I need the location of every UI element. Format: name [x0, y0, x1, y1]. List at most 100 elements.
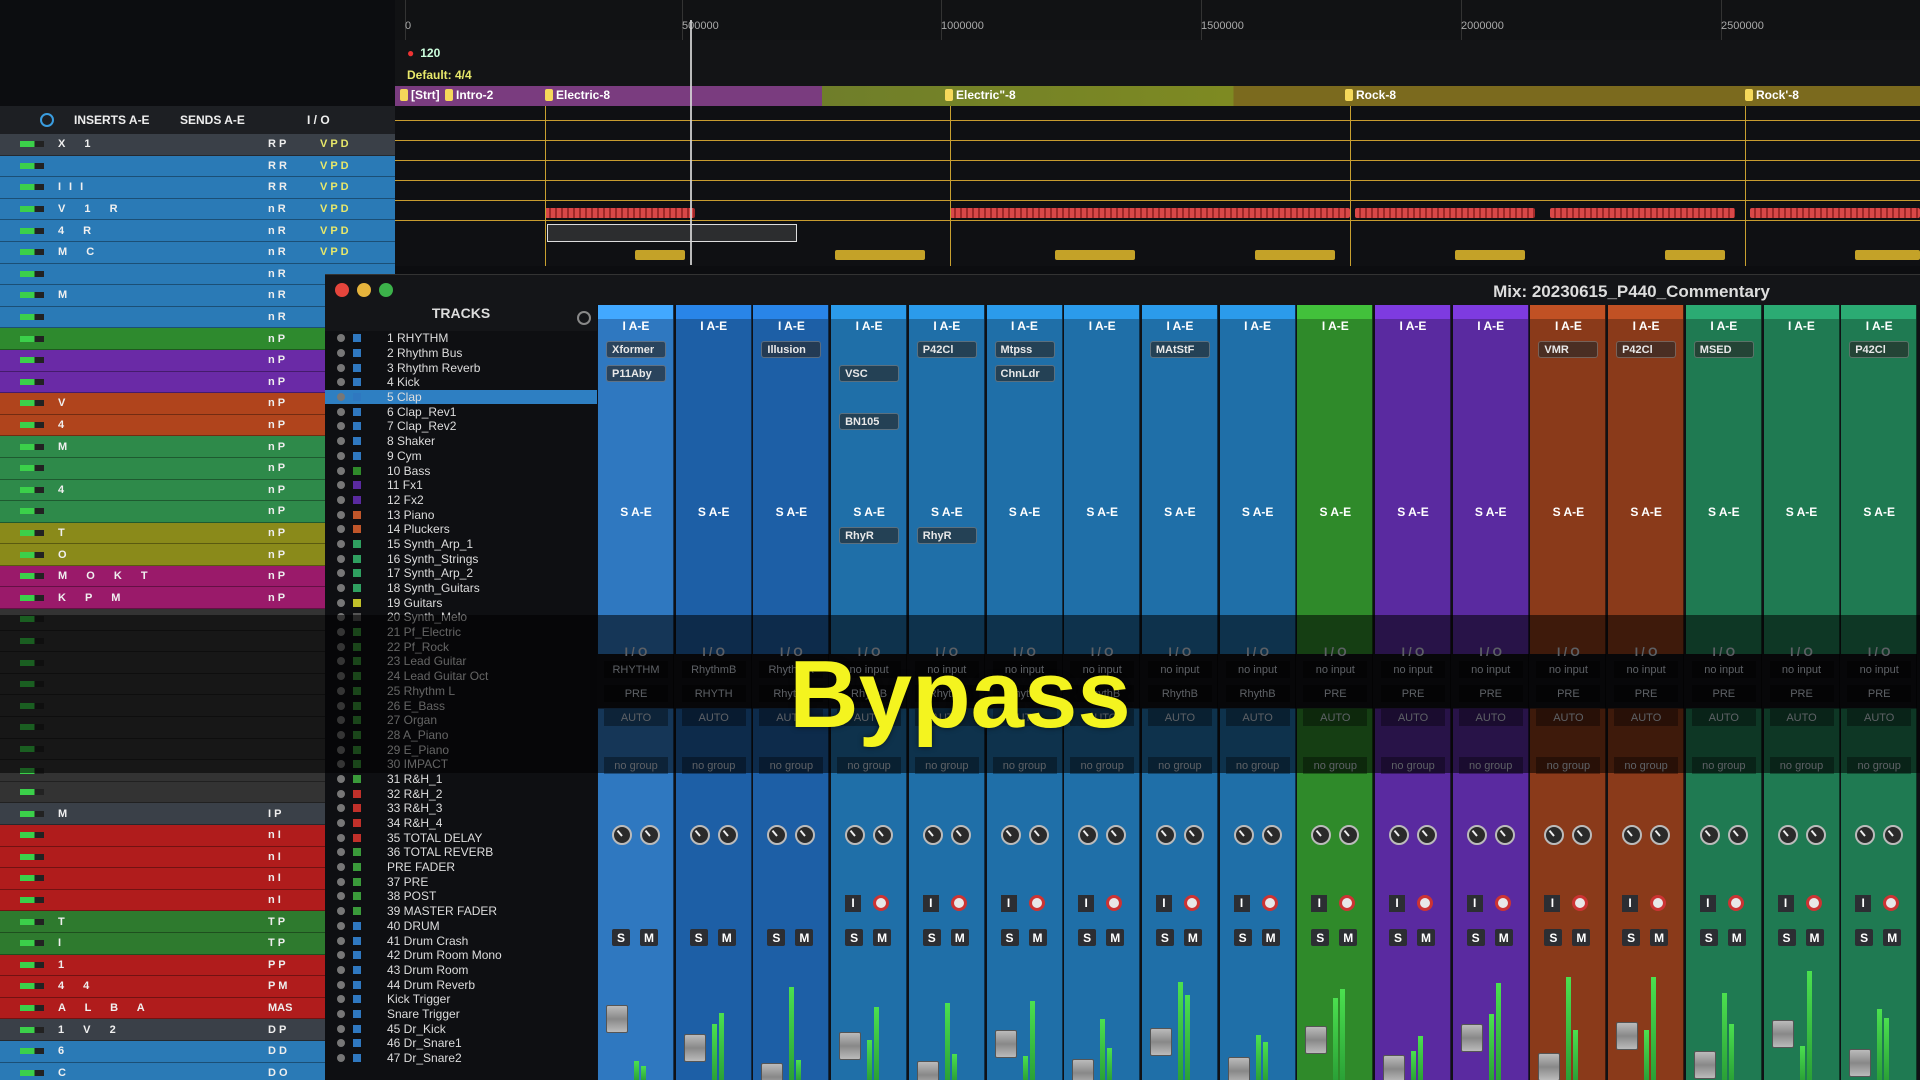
volume-fader[interactable]: [1849, 1049, 1872, 1077]
pan-right-knob[interactable]: [795, 825, 816, 845]
inserts-label[interactable]: I A-E: [1064, 319, 1140, 333]
track-insert-summary[interactable]: T: [50, 916, 210, 928]
solo-button[interactable]: S: [1544, 929, 1563, 946]
visibility-icon[interactable]: [337, 1054, 345, 1063]
pan-left-knob[interactable]: [922, 825, 943, 845]
insert-plugin[interactable]: P42Cl: [1849, 341, 1910, 358]
sends-label[interactable]: S A-E: [753, 505, 829, 519]
tempo-row[interactable]: ● 120: [395, 42, 440, 64]
edit-track-row[interactable]: V 1 R n R V P D: [0, 198, 395, 221]
inserts-label[interactable]: I A-E: [598, 319, 674, 333]
volume-fader[interactable]: [1693, 1051, 1716, 1079]
visibility-icon[interactable]: [337, 554, 345, 563]
track-state-buttons[interactable]: R R: [268, 160, 287, 172]
track-state-buttons[interactable]: R R: [268, 181, 287, 193]
track-state-buttons[interactable]: MAS: [268, 1002, 292, 1014]
marker-3[interactable]: Electric"-8: [945, 88, 1016, 102]
visibility-icon[interactable]: [337, 349, 345, 358]
mute-button[interactable]: M: [1494, 929, 1513, 946]
close-icon[interactable]: [335, 283, 349, 297]
midi-clip[interactable]: [1665, 250, 1725, 260]
solo-button[interactable]: S: [1466, 929, 1485, 946]
volume-fader[interactable]: [1072, 1059, 1095, 1080]
mixer-track-item[interactable]: Snare Trigger: [325, 1007, 597, 1022]
edit-track-row[interactable]: 4 R n R V P D: [0, 220, 395, 242]
track-vpd-buttons[interactable]: V P D: [320, 246, 349, 258]
solo-button[interactable]: S: [922, 929, 941, 946]
track-vpd-buttons[interactable]: V P D: [320, 203, 349, 215]
inserts-label[interactable]: I A-E: [1297, 319, 1373, 333]
mute-button[interactable]: M: [1572, 929, 1591, 946]
mute-button[interactable]: M: [1339, 929, 1358, 946]
visibility-icon[interactable]: [337, 1024, 345, 1033]
visibility-icon[interactable]: [337, 774, 345, 783]
track-state-buttons[interactable]: n R: [268, 289, 286, 301]
record-enable-button[interactable]: [1883, 895, 1900, 911]
input-monitor-button[interactable]: I: [1389, 895, 1405, 912]
mixer-track-item[interactable]: 40 DRUM: [325, 919, 597, 934]
audio-clip[interactable]: [1750, 208, 1920, 218]
pan-right-knob[interactable]: [1028, 825, 1049, 845]
insert-plugin[interactable]: VMR: [1538, 341, 1599, 358]
solo-button[interactable]: S: [767, 929, 786, 946]
mixer-track-item[interactable]: 35 TOTAL DELAY: [325, 830, 597, 845]
pan-left-knob[interactable]: [1078, 825, 1099, 845]
record-enable-button[interactable]: [1028, 895, 1045, 911]
pan-left-knob[interactable]: [1155, 825, 1176, 845]
track-state-buttons[interactable]: T P: [268, 916, 285, 928]
record-enable-button[interactable]: [950, 895, 967, 911]
pan-right-knob[interactable]: [1572, 825, 1593, 845]
track-state-buttons[interactable]: n R: [268, 268, 286, 280]
solo-button[interactable]: S: [612, 929, 630, 946]
marker-5[interactable]: Rock'-8: [1745, 88, 1799, 102]
mixer-track-item[interactable]: 38 POST: [325, 889, 597, 904]
mixer-track-item[interactable]: 16 Synth_Strings: [325, 551, 597, 566]
insert-plugin[interactable]: P42Cl: [1616, 341, 1677, 358]
midi-clip[interactable]: [1855, 250, 1920, 260]
edit-track-row[interactable]: M Cn RV P D: [0, 241, 395, 264]
sends-label[interactable]: S A-E: [676, 505, 752, 519]
track-insert-summary[interactable]: M: [50, 441, 210, 453]
volume-fader[interactable]: [1227, 1057, 1250, 1080]
visibility-icon[interactable]: [337, 495, 345, 504]
volume-fader[interactable]: [761, 1063, 784, 1080]
insert-plugin[interactable]: P42Cl: [916, 341, 977, 358]
mixer-track-item[interactable]: 37 PRE: [325, 874, 597, 889]
sends-header[interactable]: SENDS A-E: [180, 113, 245, 127]
input-monitor-button[interactable]: I: [1622, 895, 1639, 912]
pan-left-knob[interactable]: [1855, 825, 1876, 845]
visibility-icon[interactable]: [337, 804, 345, 813]
inserts-label[interactable]: I A-E: [676, 319, 752, 333]
solo-button[interactable]: S: [1777, 929, 1796, 946]
visibility-icon[interactable]: [337, 965, 345, 974]
marker-4[interactable]: Rock-8: [1345, 88, 1396, 102]
visibility-icon[interactable]: [337, 892, 345, 901]
pan-left-knob[interactable]: [689, 825, 710, 845]
mute-button[interactable]: M: [1650, 929, 1669, 946]
track-insert-summary[interactable]: V: [50, 397, 210, 409]
pan-left-knob[interactable]: [1777, 825, 1798, 845]
track-state-buttons[interactable]: n P: [268, 527, 285, 539]
volume-fader[interactable]: [994, 1030, 1017, 1058]
visibility-icon[interactable]: [337, 407, 345, 416]
mixer-track-item[interactable]: 14 Pluckers: [325, 522, 597, 537]
mute-button[interactable]: M: [1727, 929, 1746, 946]
track-insert-summary[interactable]: C: [50, 1067, 210, 1079]
mixer-track-item[interactable]: 12 Fx2: [325, 493, 597, 508]
track-state-buttons[interactable]: n I: [268, 872, 281, 884]
input-monitor-button[interactable]: I: [1777, 895, 1794, 912]
inserts-label[interactable]: I A-E: [987, 319, 1063, 333]
track-state-buttons[interactable]: n P: [268, 592, 285, 604]
mixer-track-item[interactable]: 42 Drum Room Mono: [325, 948, 597, 963]
record-enable-button[interactable]: [1261, 895, 1278, 911]
input-monitor-button[interactable]: I: [1155, 895, 1172, 912]
input-monitor-button[interactable]: I: [1466, 895, 1483, 912]
track-state-buttons[interactable]: n P: [268, 441, 285, 453]
midi-clip[interactable]: [1055, 250, 1135, 260]
visibility-icon[interactable]: [337, 334, 345, 343]
visibility-icon[interactable]: [337, 907, 345, 916]
selection-box[interactable]: [547, 224, 797, 242]
pan-right-knob[interactable]: [1261, 825, 1282, 845]
visibility-icon[interactable]: [337, 833, 345, 842]
mute-button[interactable]: M: [1183, 929, 1202, 946]
